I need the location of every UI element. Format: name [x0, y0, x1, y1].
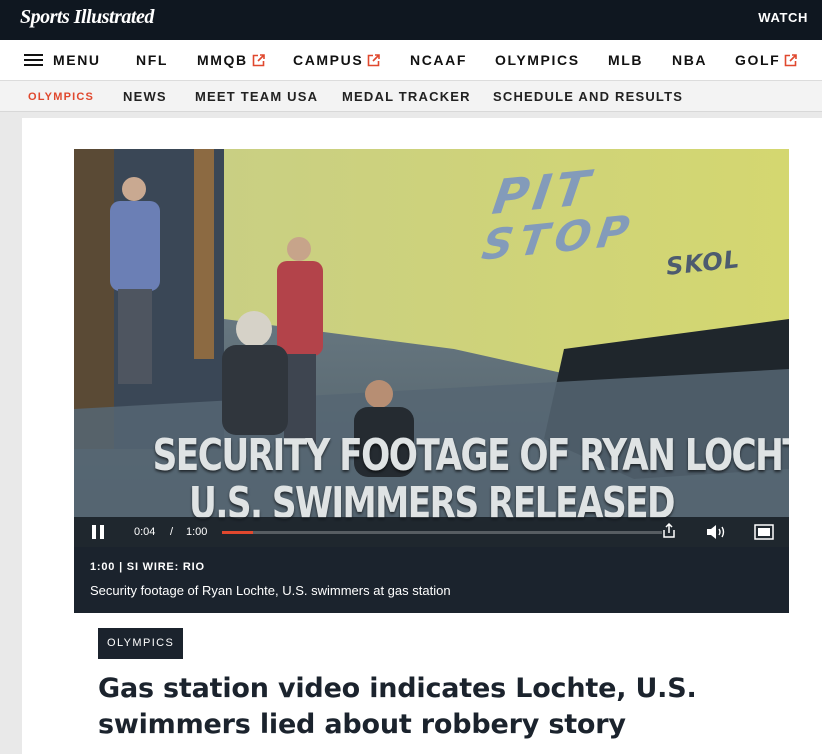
- main-nav: MENU NFL MMQB CAMPUS NCAAF OLYMPICS MLB NBA GOL…: [0, 40, 822, 81]
- video-controls: 0:04 / 1:00: [74, 517, 789, 547]
- pause-icon: [92, 525, 104, 539]
- article-headline: Gas station video indicates Lochte, U.S.…: [98, 673, 697, 740]
- share-icon: [663, 522, 675, 538]
- external-link-icon: [784, 53, 798, 67]
- nav-item-mmqb[interactable]: MMQB: [197, 52, 265, 68]
- menu-button[interactable]: MENU: [24, 52, 101, 68]
- subnav-item-news[interactable]: NEWS: [123, 89, 167, 104]
- progress-fill: [222, 531, 253, 534]
- share-button[interactable]: [662, 522, 676, 542]
- nav-item-nfl[interactable]: NFL: [136, 52, 168, 68]
- external-link-icon: [252, 53, 265, 67]
- pause-button[interactable]: [92, 525, 104, 539]
- video-overlay-title-1: SECURITY FOOTAGE OF RYAN LOCHTE,: [152, 430, 789, 481]
- fullscreen-button[interactable]: [754, 524, 774, 543]
- nav-item-label: MMQB: [197, 52, 248, 68]
- subnav-item-medal-tracker[interactable]: MEDAL TRACKER: [342, 89, 471, 104]
- hamburger-icon: [24, 53, 43, 67]
- nav-item-olympics[interactable]: OLYMPICS: [495, 52, 580, 68]
- nav-item-label: NCAAF: [410, 52, 467, 68]
- current-time: 0:04: [134, 526, 156, 538]
- subnav-item-meet-team-usa[interactable]: MEET TEAM USA: [195, 89, 318, 104]
- fullscreen-icon: [754, 524, 774, 540]
- watch-link[interactable]: WATCH: [758, 10, 808, 25]
- menu-label: MENU: [53, 52, 101, 68]
- volume-button[interactable]: [706, 524, 728, 543]
- external-link-icon: [367, 53, 381, 67]
- site-logo[interactable]: Sports Illustrated: [20, 6, 154, 29]
- video-caption: 1:00 | SI WIRE: RIO Security footage of …: [74, 547, 789, 613]
- nav-item-mlb[interactable]: MLB: [608, 52, 643, 68]
- nav-item-campus[interactable]: CAMPUS: [293, 52, 381, 68]
- nav-item-label: CAMPUS: [293, 52, 364, 68]
- nav-item-ncaaf[interactable]: NCAAF: [410, 52, 467, 68]
- volume-icon: [707, 525, 725, 539]
- progress-track[interactable]: [222, 531, 662, 534]
- nav-item-label: NFL: [136, 52, 169, 68]
- nav-item-label: GOLF: [735, 52, 781, 68]
- subnav-item-olympics[interactable]: OLYMPICS: [28, 91, 94, 103]
- nav-item-label: NBA: [672, 52, 708, 68]
- top-bar: Sports Illustrated WATCH: [0, 0, 822, 40]
- sub-nav: OLYMPICS NEWS MEET TEAM USA MEDAL TRACKER SC…: [0, 81, 822, 112]
- nav-item-label: MLB: [608, 52, 644, 68]
- nav-item-nba[interactable]: NBA: [672, 52, 707, 68]
- video-frame[interactable]: PIT STOP SKOL SECURITY FOOTAGE OF RYAN L…: [74, 149, 789, 547]
- video-description: Security footage of Ryan Lochte, U.S. sw…: [90, 583, 451, 598]
- nav-item-golf[interactable]: GOLF: [735, 52, 798, 68]
- nav-item-label: OLYMPICS: [495, 52, 580, 68]
- category-tag[interactable]: OLYMPICS: [98, 628, 184, 659]
- video-meta: 1:00 | SI WIRE: RIO: [90, 561, 205, 573]
- subnav-item-schedule-and-results[interactable]: SCHEDULE AND RESULTS: [493, 89, 683, 104]
- duration: 1:00: [186, 526, 208, 538]
- time-separator: /: [170, 526, 174, 538]
